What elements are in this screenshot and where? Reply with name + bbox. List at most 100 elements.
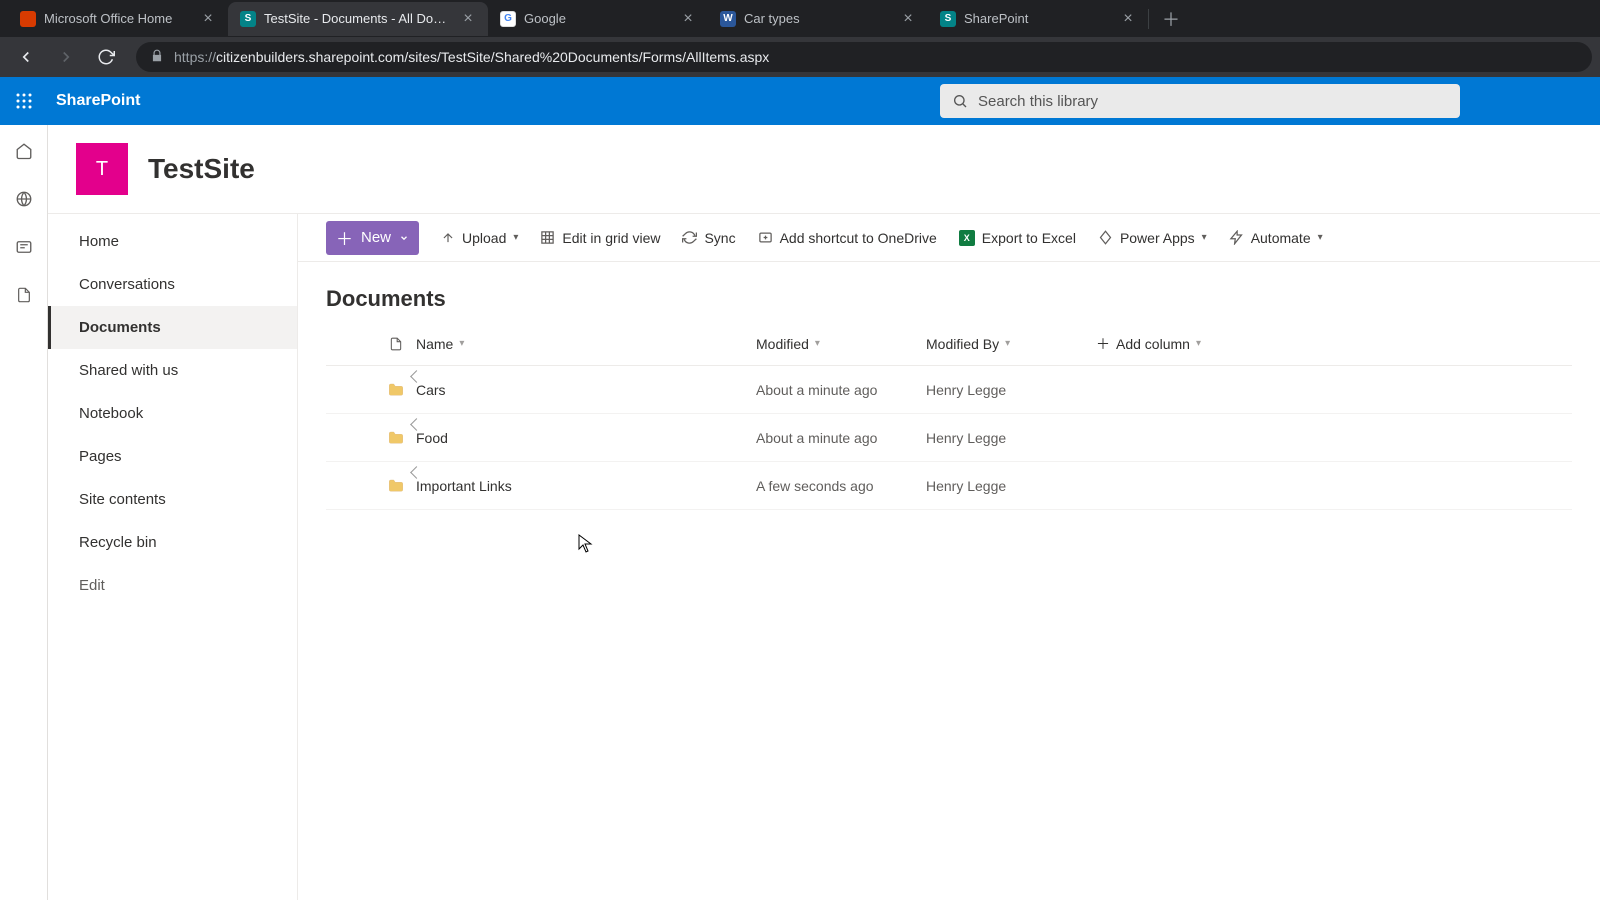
chevron-down-icon: ▾ (1318, 232, 1323, 243)
close-icon[interactable]: × (460, 11, 476, 27)
search-placeholder: Search this library (978, 93, 1098, 110)
automate-button[interactable]: Automate ▾ (1229, 230, 1323, 246)
browser-tab-sharepoint-site[interactable]: S TestSite - Documents - All Docum × (228, 2, 488, 36)
chevron-down-icon: ▾ (1005, 338, 1010, 349)
list-item[interactable]: Cars About a minute ago Henry Legge (326, 366, 1572, 414)
power-apps-button[interactable]: Power Apps ▾ (1098, 230, 1207, 246)
folder-icon (387, 381, 405, 399)
item-name[interactable]: Food (416, 430, 448, 446)
nav-home[interactable]: Home (48, 220, 297, 263)
nav-edit[interactable]: Edit (48, 564, 297, 607)
sharepoint-brand[interactable]: SharePoint (48, 92, 148, 110)
list-item[interactable]: Important Links A few seconds ago Henry … (326, 462, 1572, 510)
chevron-down-icon: ▾ (1196, 338, 1201, 349)
site-title[interactable]: TestSite (148, 153, 255, 185)
item-modified-by[interactable]: Henry Legge (926, 478, 1096, 494)
sync-icon (682, 230, 697, 245)
plus-icon: ＋ (1096, 334, 1110, 354)
nav-shared[interactable]: Shared with us (48, 349, 297, 392)
plus-icon: ＋ (336, 225, 353, 250)
new-label: New (361, 229, 391, 246)
left-nav: Home Conversations Documents Shared with… (48, 214, 298, 900)
new-tab-button[interactable]: ＋ (1157, 5, 1185, 33)
chevron-down-icon: ▾ (459, 338, 464, 349)
browser-tab-office[interactable]: Microsoft Office Home × (8, 2, 228, 36)
url-text: https://citizenbuilders.sharepoint.com/s… (174, 49, 769, 65)
nav-conversations[interactable]: Conversations (48, 263, 297, 306)
folder-icon (387, 477, 405, 495)
upload-icon (441, 231, 455, 245)
folder-icon (387, 429, 405, 447)
sync-button[interactable]: Sync (682, 230, 735, 246)
tab-separator (1148, 9, 1149, 29)
forward-button[interactable] (48, 39, 84, 75)
document-list: Name▾ Modified▾ Modified By▾ ＋Add column… (298, 322, 1600, 510)
browser-tab-word[interactable]: W Car types × (708, 2, 928, 36)
home-icon[interactable] (14, 141, 34, 161)
automate-icon (1229, 230, 1244, 245)
files-icon[interactable] (14, 285, 34, 305)
search-icon (952, 93, 968, 109)
nav-recycle-bin[interactable]: Recycle bin (48, 521, 297, 564)
favicon-google-icon: G (500, 11, 516, 27)
close-icon[interactable]: × (900, 11, 916, 27)
browser-tab-sharepoint[interactable]: S SharePoint × (928, 2, 1148, 36)
tab-strip: Microsoft Office Home × S TestSite - Doc… (0, 0, 1600, 37)
globe-icon[interactable] (14, 189, 34, 209)
list-item[interactable]: Food About a minute ago Henry Legge (326, 414, 1572, 462)
app-launcher-button[interactable] (0, 77, 48, 125)
close-icon[interactable]: × (200, 11, 216, 27)
item-modified-by[interactable]: Henry Legge (926, 382, 1096, 398)
column-header-row: Name▾ Modified▾ Modified By▾ ＋Add column… (326, 322, 1572, 366)
add-column-button[interactable]: ＋Add column▾ (1096, 334, 1256, 354)
browser-tab-google[interactable]: G Google × (488, 2, 708, 36)
news-icon[interactable] (14, 237, 34, 257)
tab-title: Car types (744, 11, 892, 26)
tab-title: TestSite - Documents - All Docum (264, 11, 452, 26)
command-bar: ＋ New Upload ▾ Edit in grid view (298, 214, 1600, 262)
modified-column-header[interactable]: Modified▾ (756, 336, 926, 352)
tab-title: SharePoint (964, 11, 1112, 26)
file-icon (389, 335, 403, 353)
type-column-header[interactable] (376, 335, 416, 353)
edit-grid-button[interactable]: Edit in grid view (540, 230, 660, 246)
name-column-header[interactable]: Name▾ (416, 336, 756, 352)
new-button[interactable]: ＋ New (326, 221, 419, 255)
upload-button[interactable]: Upload ▾ (441, 230, 518, 246)
chevron-down-icon: ▾ (815, 338, 820, 349)
favicon-sharepoint-icon: S (240, 11, 256, 27)
favicon-office-icon (20, 11, 36, 27)
favicon-word-icon: W (720, 11, 736, 27)
nav-site-contents[interactable]: Site contents (48, 478, 297, 521)
chevron-down-icon: ▾ (513, 232, 518, 243)
library-title: Documents (298, 262, 1600, 322)
site-header: T TestSite (48, 125, 1600, 213)
chevron-down-icon: ▾ (1202, 232, 1207, 243)
grid-icon (540, 230, 555, 245)
excel-icon: X (959, 230, 975, 246)
shortcut-icon (758, 230, 773, 245)
export-excel-button[interactable]: X Export to Excel (959, 230, 1076, 246)
suite-header: SharePoint Search this library (0, 77, 1600, 125)
search-input[interactable]: Search this library (940, 84, 1460, 118)
item-modified: About a minute ago (756, 382, 926, 398)
lock-icon (150, 49, 164, 66)
nav-documents[interactable]: Documents (48, 306, 297, 349)
item-name[interactable]: Cars (416, 382, 446, 398)
item-name[interactable]: Important Links (416, 478, 512, 494)
close-icon[interactable]: × (1120, 11, 1136, 27)
add-shortcut-button[interactable]: Add shortcut to OneDrive (758, 230, 937, 246)
close-icon[interactable]: × (680, 11, 696, 27)
nav-pages[interactable]: Pages (48, 435, 297, 478)
address-bar[interactable]: https://citizenbuilders.sharepoint.com/s… (136, 42, 1592, 72)
item-modified-by[interactable]: Henry Legge (926, 430, 1096, 446)
global-nav-rail (0, 125, 48, 900)
chevron-down-icon (399, 233, 409, 243)
browser-chrome: Microsoft Office Home × S TestSite - Doc… (0, 0, 1600, 77)
site-logo[interactable]: T (76, 143, 128, 195)
modified-by-column-header[interactable]: Modified By▾ (926, 336, 1096, 352)
item-modified: About a minute ago (756, 430, 926, 446)
back-button[interactable] (8, 39, 44, 75)
nav-notebook[interactable]: Notebook (48, 392, 297, 435)
reload-button[interactable] (88, 39, 124, 75)
